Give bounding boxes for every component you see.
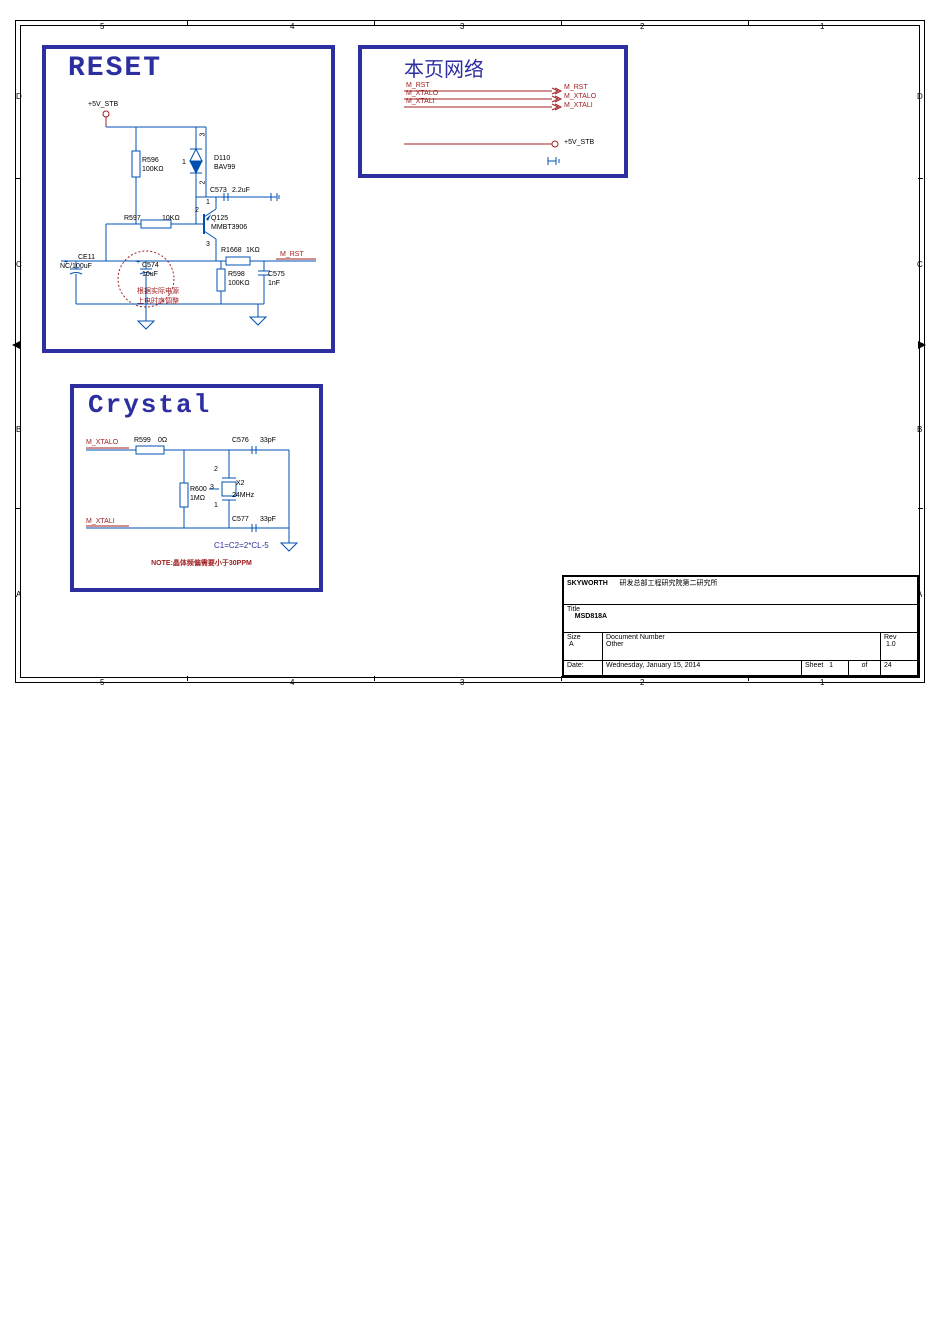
col-5-top: 5	[100, 22, 104, 31]
col-1-top: 1	[820, 22, 824, 31]
r600-ref: R600	[190, 486, 207, 493]
q125-p2: 2	[195, 207, 199, 214]
c576-ref: C576	[232, 437, 249, 444]
c575-ref: C575	[268, 271, 285, 278]
col-4-bot: 4	[290, 678, 294, 687]
col-3-top: 3	[460, 22, 464, 31]
reset-note: 根据实际电源 上电时序调整	[118, 286, 198, 306]
c574-ref: C574	[142, 262, 159, 269]
tb-total: 24	[884, 662, 892, 669]
r598-val: 100KΩ	[228, 280, 250, 287]
col-4-top: 4	[290, 22, 294, 31]
row-a-l: A	[16, 590, 21, 599]
row-d-l: D	[16, 92, 22, 101]
crystal-box: Crystal	[70, 384, 323, 592]
tb-title: MSD818A	[575, 613, 607, 620]
ce11-val: NC/100uF	[60, 263, 92, 270]
col-2-bot: 2	[640, 678, 644, 687]
nb-pwr: +5V_STB	[564, 139, 594, 146]
svg-text:+: +	[136, 259, 140, 266]
r1668-ref: R1668	[221, 247, 242, 254]
nb-r1: M_XTALO	[564, 93, 596, 100]
c573-ref: C573	[210, 187, 227, 194]
arrow-right-icon	[916, 340, 926, 350]
q125-p1: 1	[206, 199, 210, 206]
c573-val: 2.2uF	[232, 187, 250, 194]
tb-size: A	[569, 641, 574, 648]
x2-ref: X2	[236, 480, 245, 487]
reset-net-mrst: M_RST	[280, 251, 304, 258]
x2-p2: 2	[214, 466, 218, 473]
nb-r0: M_RST	[564, 84, 588, 91]
d110-ref: D110	[214, 155, 230, 162]
row-b-r: B	[917, 425, 922, 434]
r596-ref: R596	[142, 157, 159, 164]
r597-val: 10KΩ	[162, 215, 180, 222]
col-5-bot: 5	[100, 678, 104, 687]
r600-val: 1MΩ	[190, 495, 205, 502]
row-c-r: C	[917, 260, 923, 269]
c577-val: 33pF	[260, 516, 276, 523]
title-block: SKYWORTH 研发总部工程研究院第二研究所 Title MSD818A Si…	[562, 575, 919, 677]
tb-size-label: Size	[567, 634, 581, 641]
q125-p3: 3	[206, 241, 210, 248]
r599-ref: R599	[134, 437, 151, 444]
crystal-note: NOTE:晶体频偏需要小于30PPM	[114, 558, 289, 568]
row-c-l: C	[16, 260, 22, 269]
d110-pin2: 2	[199, 181, 206, 185]
crystal-neti: M_XTALI	[86, 518, 115, 525]
c576-val: 33pF	[260, 437, 276, 444]
d110-pin1: 1	[182, 159, 186, 166]
tb-rev-label: Rev	[884, 634, 896, 641]
nb-l1: M_XTALO	[406, 90, 438, 97]
tb-date-label: Date:	[567, 662, 584, 669]
col-3-bot: 3	[460, 678, 464, 687]
tb-doc: Other	[606, 641, 624, 648]
x2-p1: 1	[214, 502, 218, 509]
row-b-l: B	[16, 425, 21, 434]
tb-doc-label: Document Number	[606, 634, 665, 641]
d110-val: BAV99	[214, 164, 235, 171]
col-1-bot: 1	[820, 678, 824, 687]
q125-val: MMBT3906	[211, 224, 247, 231]
tb-sheet: 1	[829, 662, 833, 669]
tb-company: SKYWORTH	[567, 580, 608, 587]
crystal-neto: M_XTALO	[86, 439, 118, 446]
tb-dept: 研发总部工程研究院第二研究所	[620, 580, 718, 587]
tb-rev: 1.0	[886, 641, 896, 648]
tb-sheet-label: Sheet	[805, 662, 823, 669]
netbox-svg	[362, 49, 624, 174]
arrow-left-icon	[12, 340, 22, 350]
r596-val: 100KΩ	[142, 166, 164, 173]
x2-val: 24MHz	[232, 492, 254, 499]
nb-l2: M_XTALI	[406, 98, 435, 105]
row-d-r: D	[917, 92, 923, 101]
reset-box: RESET	[42, 45, 335, 353]
r599-val: 0Ω	[158, 437, 167, 444]
tb-title-label: Title	[567, 606, 580, 613]
netbox: 本页网络 M_RST M_XTALO	[358, 45, 628, 178]
tb-date: Wednesday, January 15, 2014	[606, 662, 700, 669]
c575-val: 1nF	[268, 280, 280, 287]
ce11-ref: CE11	[78, 254, 95, 261]
nb-r2: M_XTALI	[564, 102, 593, 109]
tb-of: of	[862, 662, 868, 669]
c577-ref: C577	[232, 516, 249, 523]
x2-p3: 3	[210, 484, 214, 491]
r597-ref: R597	[124, 215, 141, 222]
nb-l0: M_RST	[406, 82, 430, 89]
crystal-eqn: C1=C2=2*CL-5	[214, 541, 269, 550]
c574-val: 10uF	[142, 271, 158, 278]
col-2-top: 2	[640, 22, 644, 31]
r598-ref: R598	[228, 271, 245, 278]
q125-ref: Q125	[211, 215, 228, 222]
d110-pin3: 3	[199, 133, 206, 137]
r1668-val: 1KΩ	[246, 247, 260, 254]
reset-power: +5V_STB	[88, 101, 118, 108]
